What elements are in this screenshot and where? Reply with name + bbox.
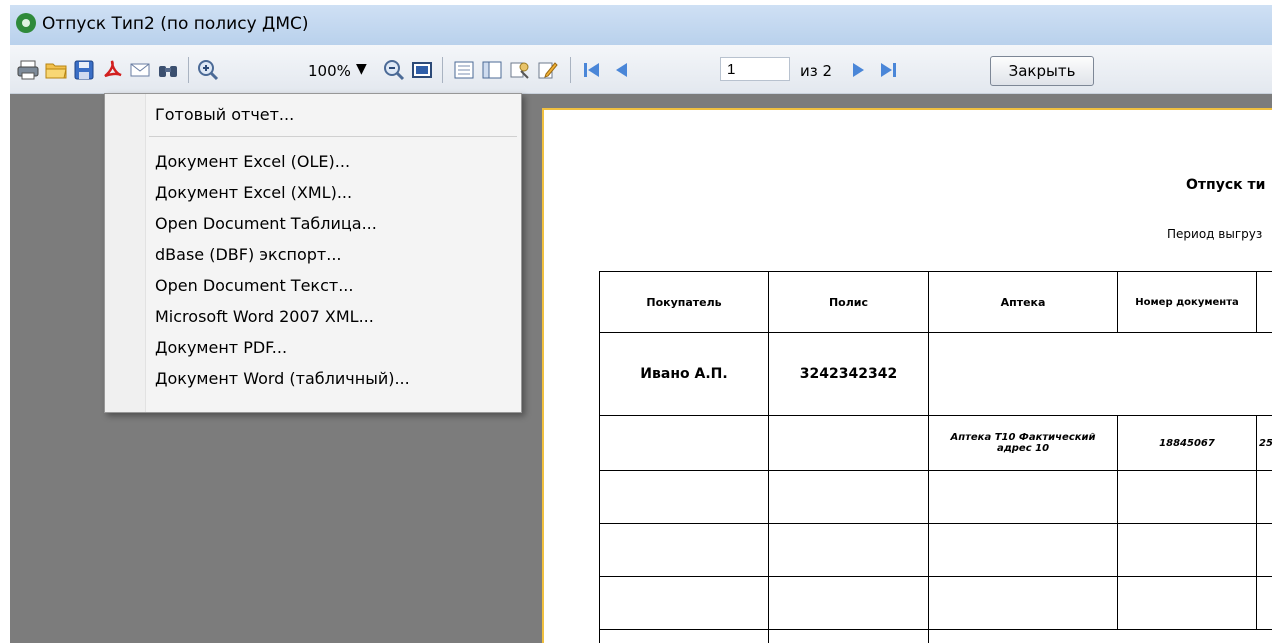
fullpage-icon[interactable] bbox=[410, 58, 434, 82]
buyer-cell: Ивано А.П. bbox=[599, 332, 769, 416]
first-page-icon[interactable] bbox=[580, 58, 604, 82]
group-filler-cell bbox=[928, 332, 1272, 416]
doc-number-cell: 18845067 bbox=[1117, 415, 1257, 471]
last-page-icon[interactable] bbox=[876, 58, 900, 82]
table-cell bbox=[1117, 576, 1257, 630]
title-bar: Отпуск Тип2 (по полису ДМС) bbox=[10, 5, 1272, 46]
report-preview-window: Отпуск Тип2 (по полису ДМС) 100% ▼ 1 из … bbox=[10, 5, 1272, 643]
design-icon[interactable] bbox=[508, 58, 532, 82]
report-period: Период выгруз bbox=[1167, 227, 1263, 241]
column-header: Аптека bbox=[928, 271, 1118, 333]
menu-item-odt[interactable]: Open Document Текст... bbox=[155, 270, 353, 300]
toolbar: 100% ▼ из 2 bbox=[10, 45, 1272, 94]
window-title: Отпуск Тип2 (по полису ДМС) bbox=[42, 14, 309, 34]
find-icon[interactable] bbox=[156, 58, 180, 82]
extra-cell: 25 bbox=[1256, 415, 1272, 471]
column-header: Покупатель bbox=[599, 271, 769, 333]
close-button[interactable]: Закрыть bbox=[990, 56, 1094, 86]
chevron-down-icon[interactable]: ▼ bbox=[356, 61, 367, 77]
column-header bbox=[1256, 271, 1272, 333]
table-cell bbox=[768, 470, 929, 524]
table-cell bbox=[928, 629, 1272, 643]
table-cell bbox=[1117, 523, 1257, 577]
print-icon[interactable] bbox=[16, 58, 40, 82]
menu-item-pdf[interactable]: Документ PDF... bbox=[155, 332, 287, 362]
page-count-label: из 2 bbox=[800, 62, 833, 80]
table-cell bbox=[1256, 523, 1272, 577]
zoom-select[interactable]: 100% bbox=[308, 62, 351, 80]
column-header: Полис bbox=[768, 271, 929, 333]
table-cell bbox=[928, 470, 1118, 524]
menu-item-word-table[interactable]: Документ Word (табличный)... bbox=[155, 363, 410, 393]
table-cell bbox=[599, 629, 769, 643]
table-cell bbox=[599, 470, 769, 524]
edit-icon[interactable] bbox=[536, 58, 560, 82]
report-page: Отпуск ти Период выгруз Покупатель Полис… bbox=[542, 108, 1272, 643]
table-cell bbox=[768, 629, 929, 643]
email-icon[interactable] bbox=[128, 58, 152, 82]
table-cell bbox=[1117, 470, 1257, 524]
menu-item-ods[interactable]: Open Document Таблица... bbox=[155, 208, 377, 238]
zoom-out-icon[interactable] bbox=[382, 58, 406, 82]
app-icon bbox=[16, 13, 36, 33]
prev-page-icon[interactable] bbox=[610, 58, 634, 82]
table-cell bbox=[768, 576, 929, 630]
next-page-icon[interactable] bbox=[846, 58, 870, 82]
table-cell bbox=[599, 415, 769, 471]
export-menu: Готовый отчет... Документ Excel (OLE)...… bbox=[104, 93, 522, 413]
save-icon[interactable] bbox=[72, 58, 96, 82]
thumbnails-icon[interactable] bbox=[480, 58, 504, 82]
menu-item-excel-ole[interactable]: Документ Excel (OLE)... bbox=[155, 146, 350, 176]
table-cell bbox=[1256, 576, 1272, 630]
table-cell bbox=[928, 523, 1118, 577]
table-cell bbox=[768, 523, 929, 577]
menu-item-word-xml[interactable]: Microsoft Word 2007 XML... bbox=[155, 301, 374, 331]
table-cell bbox=[768, 415, 929, 471]
menu-item-dbf[interactable]: dBase (DBF) экспорт... bbox=[155, 239, 342, 269]
table-cell bbox=[928, 576, 1118, 630]
table-cell bbox=[599, 523, 769, 577]
outline-icon[interactable] bbox=[452, 58, 476, 82]
table-cell bbox=[599, 576, 769, 630]
zoom-in-icon[interactable] bbox=[196, 58, 220, 82]
page-number-input[interactable] bbox=[720, 57, 790, 81]
policy-cell: 3242342342 bbox=[768, 332, 929, 416]
menu-item-ready-report[interactable]: Готовый отчет... bbox=[155, 99, 294, 129]
open-icon[interactable] bbox=[44, 58, 68, 82]
menu-item-excel-xml[interactable]: Документ Excel (XML)... bbox=[155, 177, 352, 207]
pdf-icon[interactable] bbox=[100, 58, 124, 82]
table-cell bbox=[1256, 470, 1272, 524]
column-header: Номер документа bbox=[1117, 271, 1257, 333]
pharmacy-cell: Аптека Т10 Фактический адрес 10 bbox=[928, 415, 1118, 471]
report-title: Отпуск ти bbox=[1186, 177, 1266, 193]
